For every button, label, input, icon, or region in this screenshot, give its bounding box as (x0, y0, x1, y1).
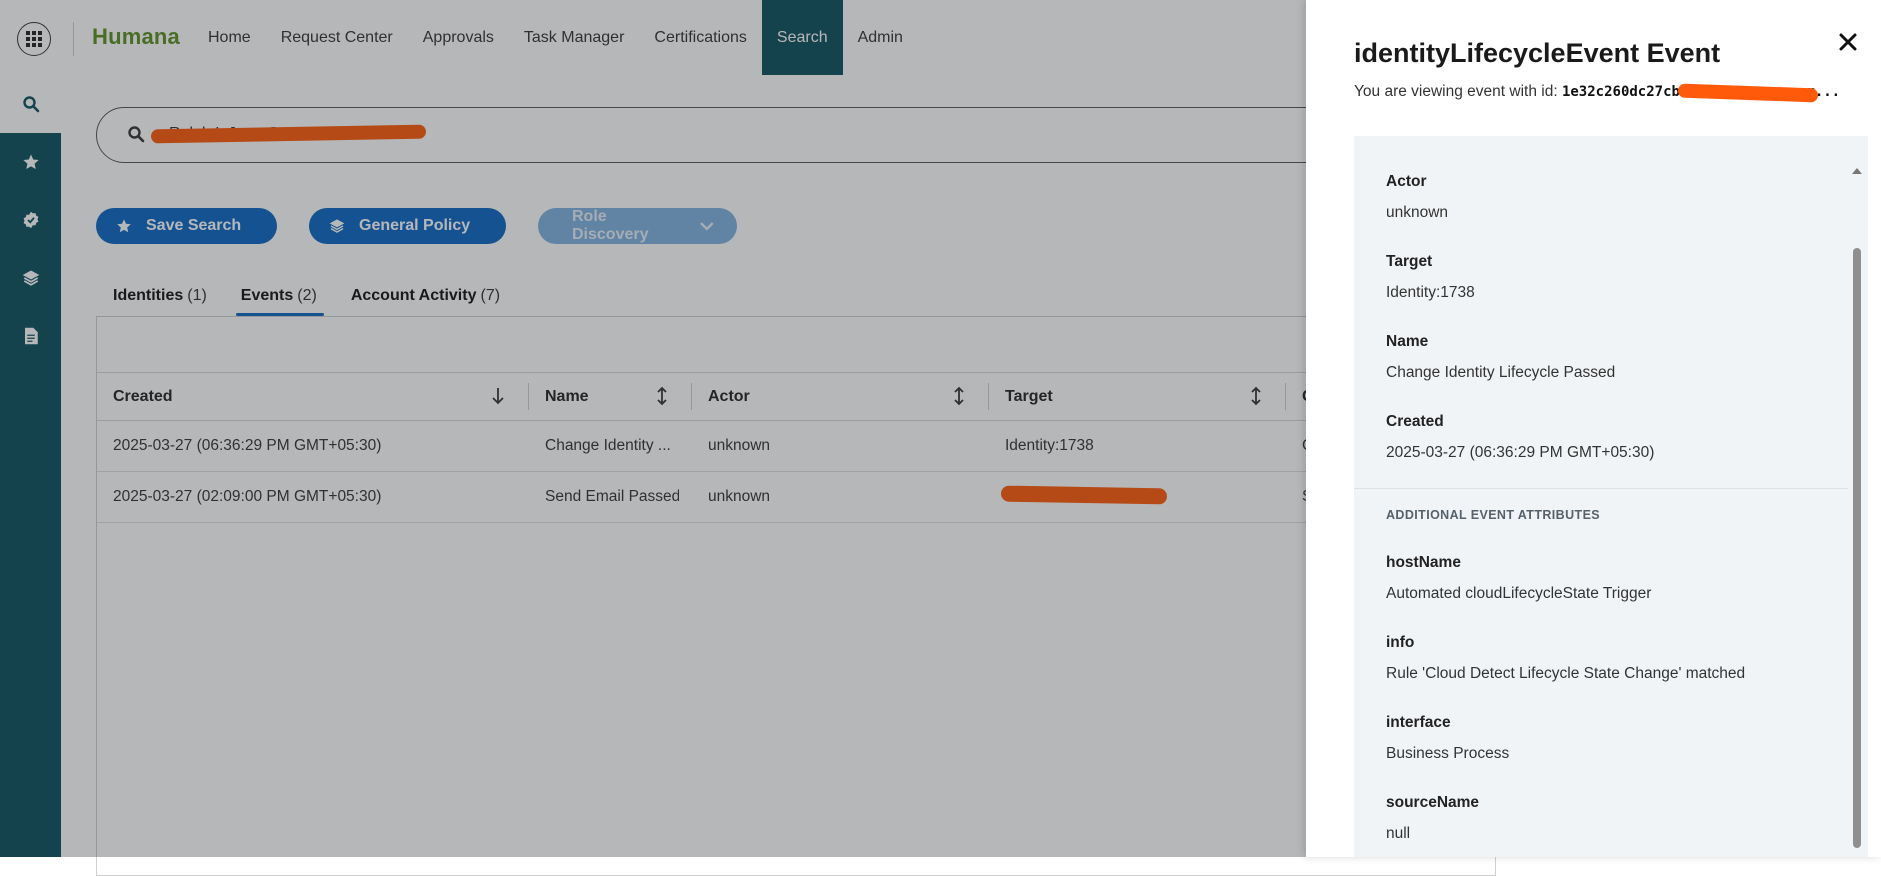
modal-backdrop[interactable] (0, 0, 1306, 857)
attribute-label: info (1386, 634, 1415, 651)
field-value: unknown (1386, 204, 1449, 221)
field-value: Change Identity Lifecycle Passed (1386, 364, 1616, 381)
details-scrollbar[interactable] (1850, 166, 1862, 856)
event-details: Actor unknown Target Identity:1738 Name … (1354, 136, 1868, 857)
field-value: 2025-03-27 (06:36:29 PM GMT+05:30) (1386, 444, 1655, 461)
field-label: Actor (1386, 173, 1427, 190)
panel-title: identityLifecycleEvent Event (1354, 38, 1721, 68)
field-label: Target (1386, 253, 1433, 270)
scroll-thumb[interactable] (1853, 248, 1861, 848)
attribute-label: interface (1386, 714, 1451, 731)
field-label: Name (1386, 333, 1429, 350)
attribute-label: hostName (1386, 554, 1461, 571)
event-id: 1e32c260dc27cb9 (1561, 84, 1689, 100)
field-label: Created (1386, 413, 1444, 430)
close-icon[interactable] (1836, 30, 1860, 54)
attribute-value: Business Process (1386, 745, 1510, 762)
field-value: Identity:1738 (1386, 284, 1475, 301)
attribute-value: Automated cloudLifecycleState Trigger (1386, 585, 1652, 602)
attribute-value: null (1386, 825, 1411, 842)
section-divider (1354, 488, 1848, 489)
attribute-label: sourceName (1386, 794, 1480, 811)
additional-attributes-heading: ADDITIONAL EVENT ATTRIBUTES (1386, 508, 1601, 522)
attribute-value: Rule 'Cloud Detect Lifecycle State Chang… (1386, 665, 1746, 682)
event-detail-panel: identityLifecycleEvent Event You are vie… (1306, 0, 1881, 857)
scroll-up-icon[interactable] (1851, 166, 1863, 176)
